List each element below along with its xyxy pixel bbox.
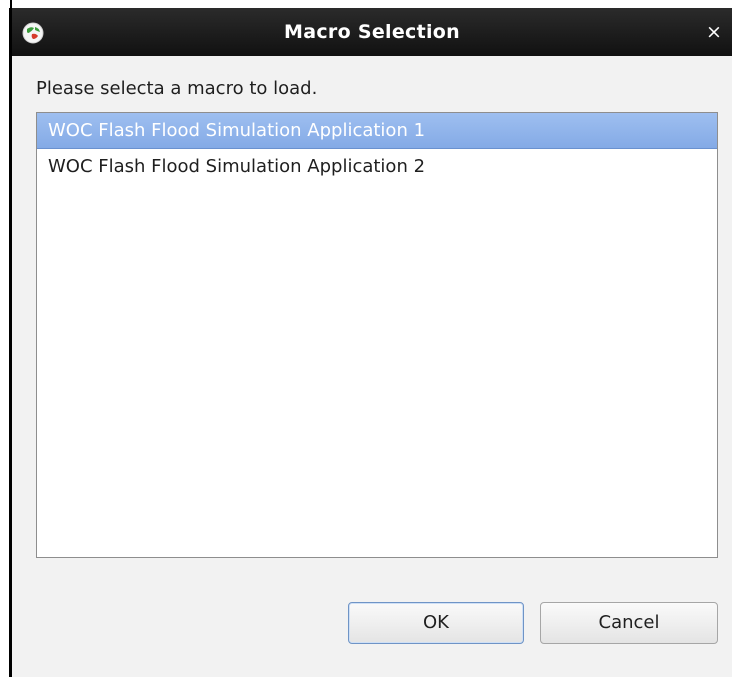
macro-list[interactable]: WOC Flash Flood Simulation Application 1… bbox=[36, 112, 718, 558]
list-item-macro-2[interactable]: WOC Flash Flood Simulation Application 2 bbox=[37, 149, 717, 185]
macro-selection-dialog: Macro Selection × Please selecta a macro… bbox=[12, 8, 732, 677]
prompt-label: Please selecta a macro to load. bbox=[36, 78, 318, 99]
window-title: Macro Selection bbox=[284, 21, 460, 43]
window-edge bbox=[0, 0, 12, 677]
close-icon[interactable]: × bbox=[702, 20, 726, 44]
list-item-macro-1[interactable]: WOC Flash Flood Simulation Application 1 bbox=[37, 113, 717, 149]
title-bar[interactable]: Macro Selection × bbox=[12, 8, 732, 56]
ok-button[interactable]: OK bbox=[348, 602, 524, 644]
cancel-button[interactable]: Cancel bbox=[540, 602, 718, 644]
